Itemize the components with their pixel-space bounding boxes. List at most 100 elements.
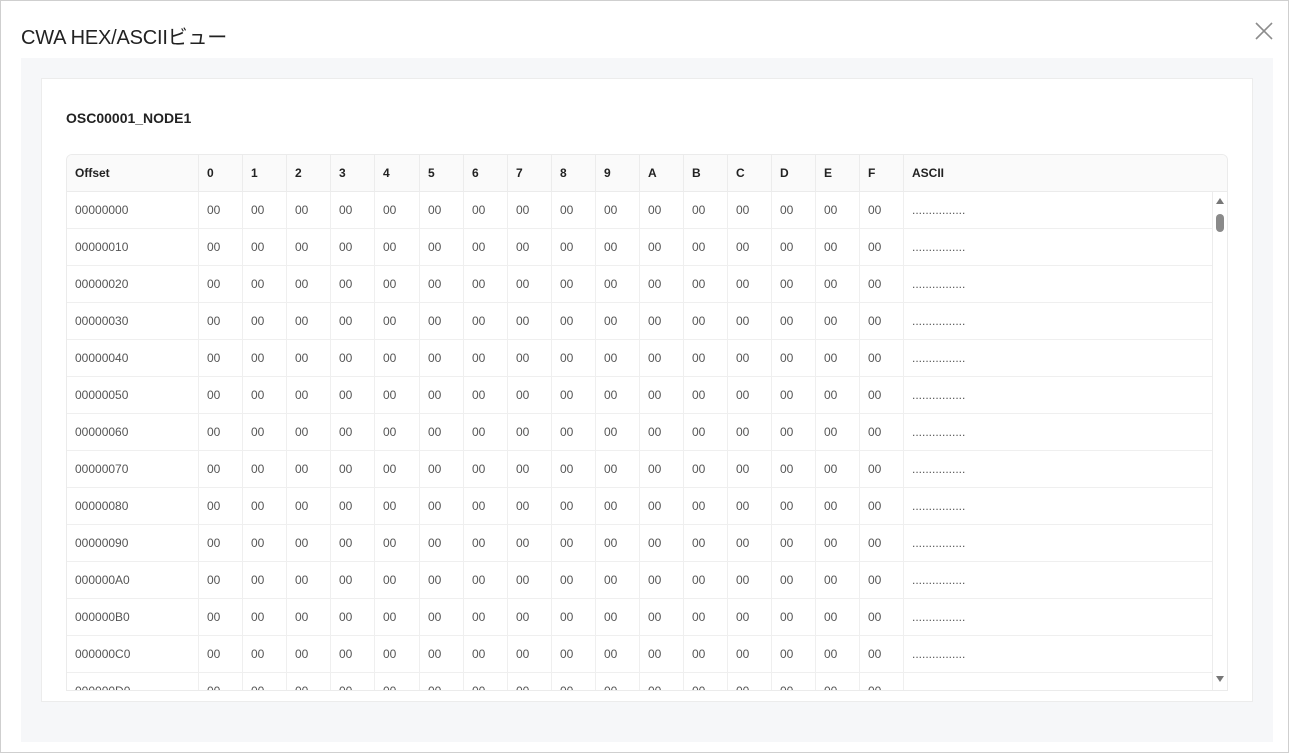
byte-cell: 00 [860,636,904,672]
byte-cell: 00 [640,673,684,690]
column-header-b: B [684,155,728,191]
byte-cell: 00 [508,451,552,487]
table-row: 00000000 00 00 00 00 00 00 00 00 00 00 00 00 00 00 00 00… [67,192,1212,229]
ascii-cell: ................ [912,314,966,328]
byte-cell: 00 [243,599,287,635]
byte-cell: 00 [684,525,728,561]
ascii-cell: ................ [912,277,966,291]
byte-cell: 00 [728,488,772,524]
byte-cell: 00 [199,266,243,302]
table-row: 00000050 00 00 00 00 00 00 00 00 00 00 00 00 00 00 00 00… [67,377,1212,414]
byte-cell: 00 [331,451,375,487]
table-row: 000000C0 00 00 00 00 00 00 00 00 00 00 00 00 00 00 00 00… [67,636,1212,673]
vertical-scrollbar[interactable] [1212,192,1227,690]
byte-cell: 00 [375,266,420,302]
table-row: 00000010 00 00 00 00 00 00 00 00 00 00 00 00 00 00 00 00… [67,229,1212,266]
byte-cell: 00 [860,525,904,561]
byte-cell: 00 [464,303,508,339]
byte-cell: 00 [728,599,772,635]
table-row: 000000D0 00 00 00 00 00 00 00 00 00 00 00 00 00 00 00 00 [67,673,1212,690]
byte-cell: 00 [420,192,464,228]
column-header-6: 6 [464,155,508,191]
offset-cell: 00000030 [67,303,199,339]
byte-cell: 00 [199,636,243,672]
byte-cell: 00 [243,488,287,524]
dialog-title: CWA HEX/ASCIIビュー [21,27,228,49]
byte-cell: 00 [375,340,420,376]
byte-cell: 00 [420,525,464,561]
byte-cell: 00 [331,414,375,450]
byte-cell: 00 [684,340,728,376]
byte-cell: 00 [420,599,464,635]
byte-cell: 00 [508,562,552,598]
byte-cell: 00 [728,340,772,376]
byte-cell: 00 [816,340,860,376]
byte-cell: 00 [552,303,596,339]
byte-cell: 00 [596,525,640,561]
column-header-ascii: ASCII [912,166,945,180]
byte-cell: 00 [243,525,287,561]
byte-cell: 00 [243,266,287,302]
ascii-cell: ................ [912,610,966,624]
byte-cell: 00 [420,303,464,339]
byte-cell: 00 [816,229,860,265]
byte-cell: 00 [552,599,596,635]
byte-cell: 00 [596,340,640,376]
byte-cell: 00 [552,414,596,450]
arrow-down-icon[interactable] [1216,676,1224,682]
close-button[interactable] [1252,19,1276,43]
byte-cell: 00 [420,451,464,487]
byte-cell: 00 [464,636,508,672]
byte-cell: 00 [199,414,243,450]
byte-cell: 00 [287,303,331,339]
byte-cell: 00 [287,599,331,635]
byte-cell: 00 [243,377,287,413]
byte-cell: 00 [684,266,728,302]
byte-cell: 00 [772,229,816,265]
byte-cell: 00 [596,192,640,228]
byte-cell: 00 [287,562,331,598]
byte-cell: 00 [640,599,684,635]
byte-cell: 00 [375,562,420,598]
offset-cell: 00000000 [67,192,199,228]
byte-cell: 00 [860,229,904,265]
scroll-thumb[interactable] [1216,214,1224,232]
byte-cell: 00 [772,525,816,561]
offset-cell: 00000060 [67,414,199,450]
byte-cell: 00 [860,340,904,376]
byte-cell: 00 [243,636,287,672]
byte-cell: 00 [860,673,904,690]
arrow-up-icon[interactable] [1216,198,1224,204]
byte-cell: 00 [464,340,508,376]
ascii-cell: ................ [912,351,966,365]
byte-cell: 00 [684,636,728,672]
byte-cell: 00 [684,192,728,228]
byte-cell: 00 [596,266,640,302]
table-row: 00000030 00 00 00 00 00 00 00 00 00 00 00 00 00 00 00 00… [67,303,1212,340]
byte-cell: 00 [508,229,552,265]
offset-cell: 00000080 [67,488,199,524]
byte-cell: 00 [420,673,464,690]
byte-cell: 00 [728,562,772,598]
byte-cell: 00 [199,525,243,561]
table-row: 00000020 00 00 00 00 00 00 00 00 00 00 00 00 00 00 00 00… [67,266,1212,303]
byte-cell: 00 [816,303,860,339]
byte-cell: 00 [508,303,552,339]
byte-cell: 00 [684,451,728,487]
byte-cell: 00 [464,488,508,524]
column-header-0: 0 [199,155,243,191]
byte-cell: 00 [464,451,508,487]
byte-cell: 00 [508,673,552,690]
byte-cell: 00 [199,488,243,524]
byte-cell: 00 [287,636,331,672]
byte-cell: 00 [243,192,287,228]
byte-cell: 00 [640,266,684,302]
column-header-f: F [860,155,904,191]
table-row: 00000070 00 00 00 00 00 00 00 00 00 00 00 00 00 00 00 00… [67,451,1212,488]
byte-cell: 00 [552,673,596,690]
byte-cell: 00 [552,451,596,487]
table-body[interactable]: 00000000 00 00 00 00 00 00 00 00 00 00 00 00 00 00 00 00… [67,192,1212,690]
column-header-2: 2 [287,155,331,191]
byte-cell: 00 [331,192,375,228]
byte-cell: 00 [772,414,816,450]
